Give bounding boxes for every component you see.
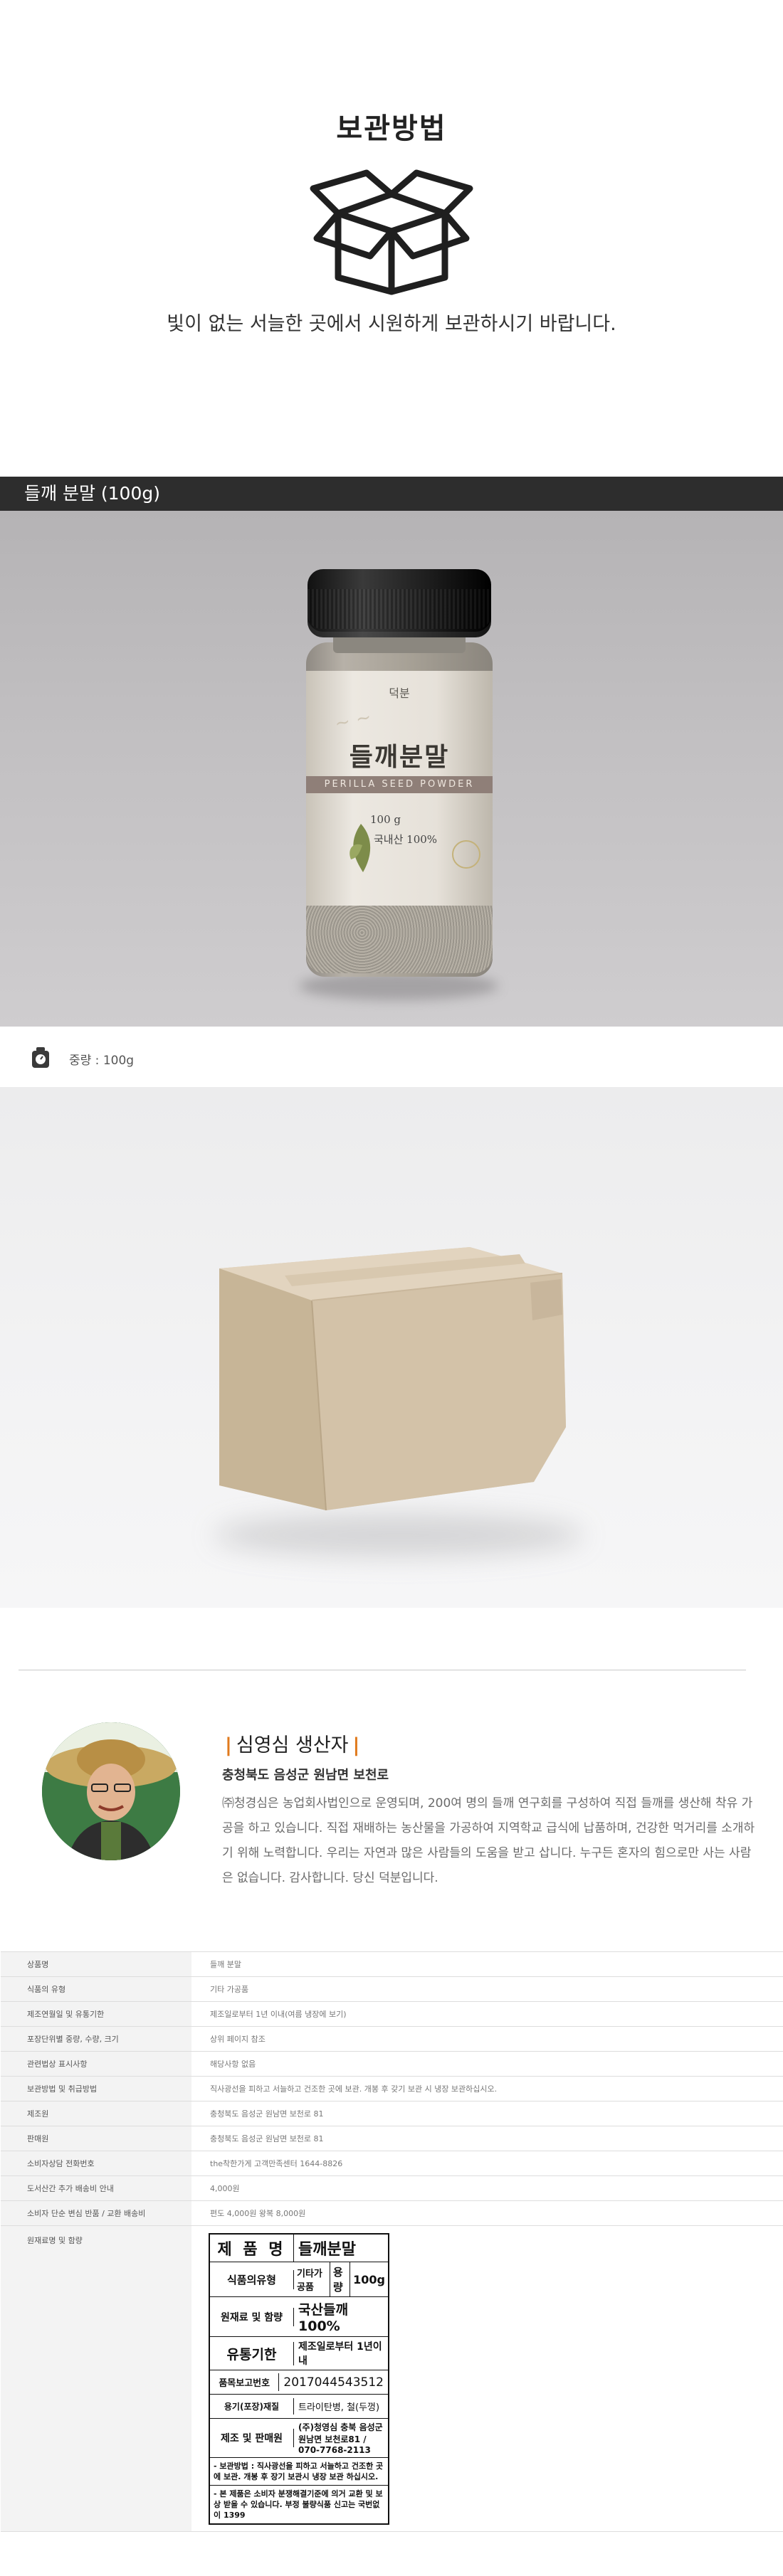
- label-value: 제조일로부터 1년이내: [298, 2341, 382, 2367]
- producer-name-heading: | 심영심 생산자 |: [225, 1734, 360, 1756]
- info-key: 판매원: [1, 2126, 191, 2151]
- info-key: 관련법상 표시사항: [1, 2051, 191, 2077]
- label-value: 들깨분말: [298, 2241, 356, 2259]
- cardboard-box: [219, 1247, 566, 1511]
- info-row: 상품명 들깨 분말: [1, 1951, 783, 1977]
- jar-script-decoration: ~ ~: [332, 706, 374, 736]
- info-key: 소비자상담 전화번호: [1, 2151, 191, 2176]
- info-row: 관련법상 표시사항 해당사항 없음: [1, 2051, 783, 2077]
- jar-origin: 국내산 100%: [374, 833, 438, 846]
- info-key: 보관방법 및 취급방법: [1, 2076, 191, 2101]
- label-notice-note: - 본 제품은 소비자 분쟁해결기준에 의거 교환 및 보상 받을 수 있습니다…: [214, 2489, 383, 2520]
- info-value: 충청북도 음성군 원남면 보천로 81: [191, 2126, 783, 2151]
- label-value: 100g: [353, 2272, 385, 2286]
- info-row: 소비자 단순 변심 반품 / 교환 배송비 편도 4,000원 왕복 8,000원: [1, 2200, 783, 2226]
- product-header: 들깨 분말 (100g): [0, 477, 783, 511]
- info-key: 소비자 단순 변심 반품 / 교환 배송비: [1, 2200, 191, 2226]
- info-key: 제조원: [1, 2101, 191, 2126]
- storage-title: 보관방법: [336, 112, 447, 145]
- info-row: 도서산간 추가 배송비 안내 4,000원: [1, 2175, 783, 2201]
- seal-icon: [452, 840, 480, 869]
- info-row: 제조원 충청북도 음성군 원남면 보천로 81: [1, 2101, 783, 2126]
- info-value: 들깨 분말: [191, 1951, 783, 1977]
- info-key: 포장단위별 중량, 수량, 크기: [1, 2026, 191, 2052]
- info-value: 제조일로부터 1년 이내(여름 냉장에 보기): [191, 2001, 783, 2027]
- info-key: 상품명: [1, 1951, 191, 1977]
- label-key: 원재료 및 함량: [210, 2307, 294, 2326]
- info-key: 도서산간 추가 배송비 안내: [1, 2175, 191, 2201]
- info-value: 4,000원: [191, 2175, 783, 2201]
- info-value: 직사광선을 피하고 서늘하고 건조한 곳에 보관. 개봉 후 갖기 보관 시 냉…: [191, 2076, 783, 2101]
- info-row: 보관방법 및 취급방법 직사광선을 피하고 서늘하고 건조한 곳에 보관. 개봉 …: [1, 2076, 783, 2101]
- info-row: 포장단위별 중량, 수량, 크기 상위 페이지 참조: [1, 2026, 783, 2052]
- producer-description: ㈜청경심은 농업회사법인으로 운영되며, 200여 명의 들깨 연구회를 구성하…: [222, 1796, 755, 1885]
- producer-name: 심영심 생산자: [236, 1734, 349, 1756]
- jar-brand: 덕분: [389, 687, 410, 700]
- label-key: 제 품 명: [210, 2235, 294, 2262]
- label-value: 국산들깨 100%: [298, 2302, 348, 2334]
- producer-address: 충청북도 음성군 원남면 보천로: [222, 1768, 389, 1783]
- info-row: 제조연월일 및 유통기한 제조일로부터 1년 이내(여름 냉장에 보기): [1, 2001, 783, 2027]
- label-key: 유통기한: [210, 2341, 294, 2365]
- info-row: 소비자상담 전화번호 the착한가게 고객만족센터 1644-8826: [1, 2151, 783, 2176]
- jar-powder: [306, 906, 493, 973]
- label-value: 기타가공품: [297, 2269, 322, 2293]
- info-value: 제 품 명 들깨분말 식품의유형 기타가공품 용량 100g 원재료 및 함량 국산들깨…: [191, 2225, 783, 2532]
- info-value: 편도 4,000원 왕복 8,000원: [191, 2200, 783, 2226]
- label-key: 용기(포장)재질: [210, 2398, 294, 2415]
- info-value: 해당사항 없음: [191, 2051, 783, 2077]
- info-value: 상위 페이지 참조: [191, 2026, 783, 2052]
- jar-label: 덕분 ~ ~ 들깨분말 PERILLA SEED POWDER 100 g 국내…: [306, 671, 493, 906]
- info-value: the착한가게 고객만족센터 1644-8826: [191, 2151, 783, 2176]
- label-key: 품목보고번호: [210, 2373, 280, 2391]
- weight-text: 중량 : 100g: [69, 1054, 135, 1068]
- jar-lid: [308, 569, 491, 637]
- info-key: 원재료명 및 함량: [1, 2225, 191, 2532]
- info-row: 식품의 유형 기타 가공품: [1, 1976, 783, 2002]
- product-photo: 덕분 ~ ~ 들깨분말 PERILLA SEED POWDER 100 g 국내…: [0, 511, 783, 1027]
- info-value: 기타 가공품: [191, 1976, 783, 2002]
- scale-icon: [32, 1047, 49, 1068]
- producer-section: | 심영심 생산자 | 충청북도 음성군 원남면 보천로 ㈜청경심은 농업회사법인으…: [0, 1670, 783, 1951]
- label-key: 식품의유형: [210, 2269, 294, 2289]
- product-info-table: 상품명 들깨 분말 식품의 유형 기타 가공품 제조연월일 및 유통기한 제조일로부터 1…: [0, 1951, 783, 2532]
- label-value: (주)청영심 충북 음성군 원남면 보천로81 / 070-7768-2113: [298, 2422, 383, 2455]
- open-box-icon: [310, 169, 473, 295]
- label-storage-note: - 보관방법 : 직사광선을 피하고 서늘하고 건조한 곳에 보관. 개봉 후 …: [210, 2458, 388, 2486]
- label-value: 트라이탄병, 철(두껑): [298, 2402, 380, 2413]
- info-row: 판매원 충청북도 음성군 원남면 보천로 81: [1, 2126, 783, 2151]
- jar-strip: PERILLA SEED POWDER: [306, 776, 493, 793]
- label-key: 용량: [329, 2262, 351, 2296]
- package-photo: [0, 1087, 783, 1608]
- info-key: 제조연월일 및 유통기한: [1, 2001, 191, 2027]
- food-label: 제 품 명 들깨분말 식품의유형 기타가공품 용량 100g 원재료 및 함량 국산들깨…: [209, 2233, 389, 2525]
- storage-instruction: 빛이 없는 서늘한 곳에서 시원하게 보관하시기 바랍니다.: [167, 313, 616, 335]
- info-value: 충청북도 음성군 원남면 보천로 81: [191, 2101, 783, 2126]
- jar-weight: 100 g: [370, 813, 401, 826]
- storage-section: 보관방법 빛이 없는 서늘한 곳에서 시원하게 보관하시기 바랍니다.: [0, 0, 783, 477]
- weight-row: 중량 : 100g: [0, 1027, 783, 1087]
- info-row: 원재료명 및 함량 제 품 명 들깨분말 식품의유형 기타가공품 용량 100g 원재…: [1, 2225, 783, 2532]
- info-key: 식품의 유형: [1, 1976, 191, 2002]
- label-key: 제조 및 판매원: [210, 2429, 294, 2447]
- label-value: 2017044543512: [283, 2375, 384, 2390]
- jar-title: 들깨분말: [349, 743, 450, 772]
- avatar: [42, 1722, 180, 1860]
